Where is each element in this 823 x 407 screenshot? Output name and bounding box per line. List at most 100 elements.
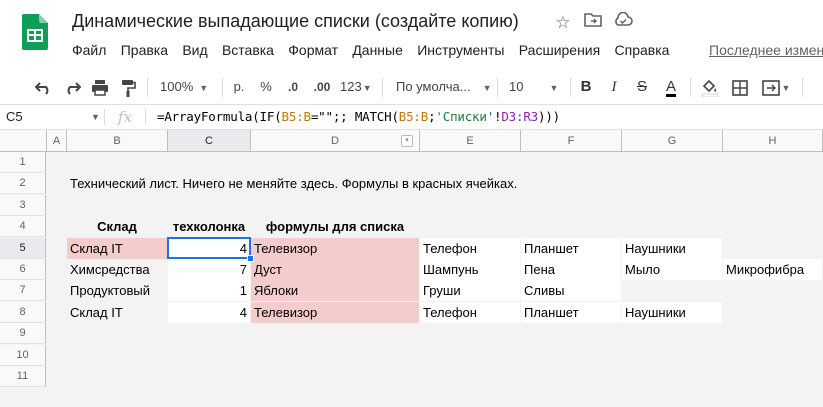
cloud-saved-icon[interactable] [612,11,634,34]
increase-decimal-label: .00 [313,80,331,94]
list-item-cell[interactable]: Микрофибра [723,259,822,280]
row-header-9[interactable]: 9 [0,323,46,345]
decrease-decimal-label: .0 [287,80,298,94]
row-header-6[interactable]: 6 [0,259,46,280]
row-header-2[interactable]: 2 [0,173,46,195]
decrease-decimal-button[interactable]: .0 [282,71,304,103]
row-header-7[interactable]: 7 [0,280,46,302]
chevron-down-icon: ▼ [549,83,559,93]
undo-icon[interactable] [32,71,56,103]
warehouse-cell[interactable]: Склад IT [67,237,167,259]
menu-data[interactable]: Данные [352,39,403,61]
tech-column-cell[interactable]: 4 [168,301,250,323]
zoom-select[interactable]: 100% ▼ [156,71,216,103]
column-header-e[interactable]: E [420,130,521,152]
menu-help[interactable]: Справка [615,39,670,61]
formula-input[interactable]: =ArrayFormula(IF(B5:B="";; MATCH(B5:B;'С… [157,105,560,129]
menu-view[interactable]: Вид [182,39,207,61]
list-item-cell[interactable]: Шампунь [420,259,520,280]
star-icon[interactable]: ☆ [552,12,574,34]
column-header-f[interactable]: F [521,130,622,152]
column-header-c[interactable]: C [168,130,251,152]
menu-file[interactable]: Файл [72,39,106,61]
list-formula-cell[interactable]: Яблоки [251,280,419,302]
fill-handle[interactable] [247,255,254,262]
print-icon[interactable] [88,71,112,103]
font-size-select[interactable]: 10 ▼ [505,71,565,103]
paint-format-icon[interactable] [116,71,140,103]
column-header-h[interactable]: H [723,130,823,152]
column-header-g[interactable]: G [622,130,723,152]
warehouse-cell[interactable]: Склад IT [67,302,167,323]
list-formula-cell[interactable]: Телевизор [251,237,419,259]
row-header-11[interactable]: 11 [0,366,46,387]
row-header-10[interactable]: 10 [0,344,46,366]
merge-cells-icon[interactable]: ▼ [760,71,792,103]
list-item-cell[interactable]: Мыло [622,259,722,280]
warehouse-cell[interactable]: Химсредства [67,259,167,280]
list-item-cell[interactable]: Телефон [420,237,520,259]
increase-decimal-button[interactable]: .00 [308,71,336,103]
borders-icon[interactable] [728,71,752,103]
row-header-8[interactable]: 8 [0,301,46,323]
sheets-logo-icon[interactable] [22,14,48,50]
list-formula-cell[interactable]: Телевизор [251,301,419,323]
formula-token: B5:B [398,109,429,124]
header-cell[interactable]: техколонка [168,216,250,237]
document-title[interactable]: Динамические выпадающие списки (создайте… [72,11,519,32]
list-item-cell[interactable]: Сливы [521,280,621,302]
currency-format-button[interactable]: р. [228,71,250,103]
select-all-corner[interactable] [0,130,47,152]
font-family-select[interactable]: По умолча... ▼ [392,71,492,103]
list-item-cell[interactable]: Груши [420,280,520,302]
row-header-1[interactable]: 1 [0,152,46,173]
font-size-value: 10 [509,79,524,94]
formula-bar: C5 ▼ fx =ArrayFormula(IF(B5:B="";; MATCH… [0,104,823,130]
formula-token: ="";; MATCH( [310,109,399,124]
list-item-cell[interactable]: Наушники [622,237,722,259]
list-formula-cell[interactable]: Дуст [251,259,419,280]
tech-column-cell[interactable]: 7 [168,259,250,280]
header-cell[interactable]: Склад [67,216,167,237]
last-edit-link[interactable]: Последнее измен [709,39,823,61]
percent-format-button[interactable]: % [256,71,276,103]
chevron-down-icon: ▼ [482,83,492,93]
menu-tools[interactable]: Инструменты [417,39,504,61]
font-family-value: По умолча... [396,79,471,94]
chevron-down-icon: ▼ [781,83,791,93]
more-formats-button[interactable]: 123▼ [340,71,376,103]
list-item-cell[interactable]: Пена [521,259,621,280]
row-header-3[interactable]: 3 [0,194,46,216]
menu-format[interactable]: Формат [288,39,338,61]
list-item-cell[interactable]: Планшет [521,237,621,259]
move-to-folder-icon[interactable] [582,12,604,34]
text-color-button[interactable]: A [660,71,682,103]
fill-color-icon[interactable] [698,71,722,103]
sheet-note-cell[interactable]: Технический лист. Ничего не меняйте здес… [67,173,767,194]
redo-icon[interactable] [60,71,84,103]
strikethrough-button[interactable]: S [632,71,652,103]
row-header-4[interactable]: 4 [0,216,46,238]
spreadsheet-grid[interactable]: ABCDEFGH 1 2 3 4 5 6 7 8 9 10 11 Технический лист.… [0,130,823,407]
list-item-cell[interactable]: Планшет [521,301,621,323]
column-header-b[interactable]: B [67,130,168,152]
bold-button[interactable]: B [576,71,596,103]
header-cell[interactable]: формулы для списка [251,216,419,237]
tech-column-cell[interactable]: 1 [168,280,250,302]
formula-token: =ArrayFormula(IF( [157,109,282,124]
menu-insert[interactable]: Вставка [222,39,274,61]
filter-icon[interactable]: ▾ [401,135,413,147]
menu-edit[interactable]: Правка [121,39,168,61]
list-item-cell[interactable]: Телефон [420,301,520,323]
list-item-cell[interactable]: Наушники [622,301,722,323]
tech-column-cell[interactable]: 4 [168,237,250,259]
column-header-a[interactable]: A [47,130,67,152]
warehouse-cell[interactable]: Продуктовый [67,280,167,301]
row-header-5[interactable]: 5 [0,237,46,259]
menu-extensions[interactable]: Расширения [519,39,600,61]
formula-token: 'Списки' [435,109,495,124]
name-box[interactable]: C5 [6,105,101,129]
chevron-down-icon[interactable]: ▼ [91,105,100,129]
column-header-d[interactable]: D [251,130,420,152]
italic-button[interactable]: I [604,71,624,103]
